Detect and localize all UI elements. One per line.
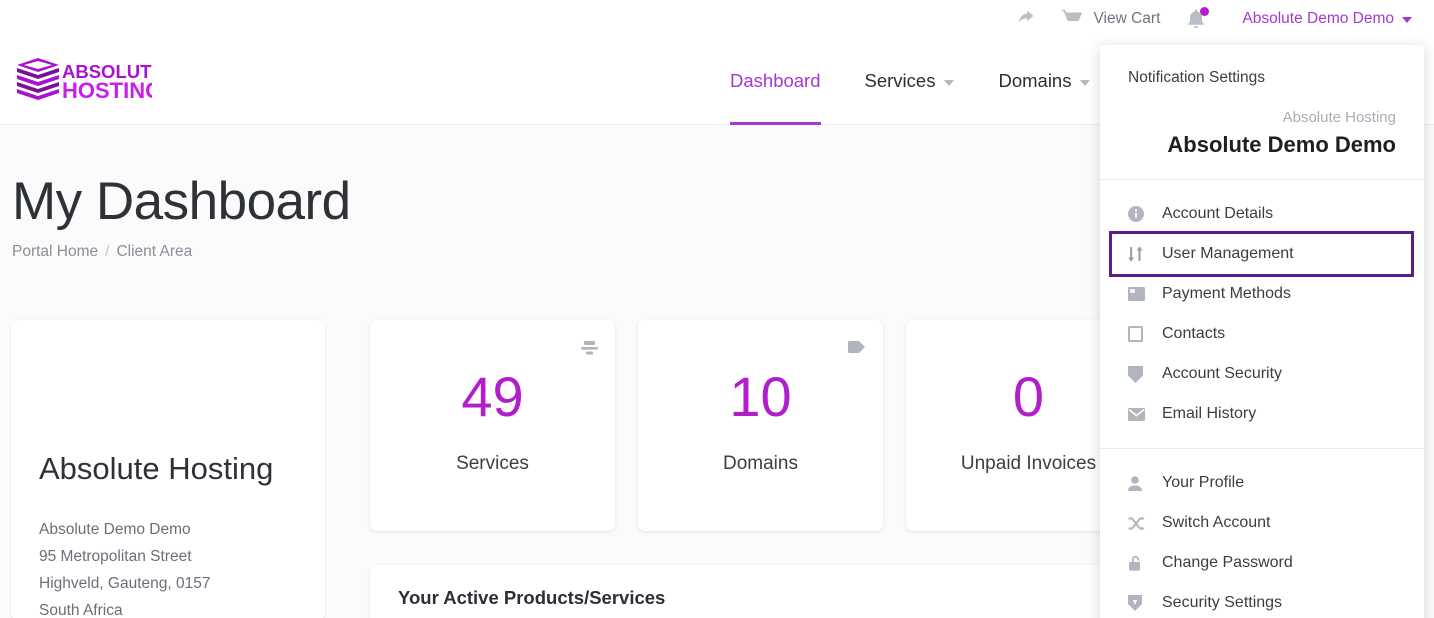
lock-icon [1128, 555, 1150, 571]
shield-icon [1128, 365, 1150, 383]
dropdown-label-user-management: User Management [1162, 245, 1294, 263]
envelope-icon [1128, 407, 1150, 421]
profile-card: Absolute Hosting Absolute Demo Demo 95 M… [11, 320, 325, 618]
nav-item-domains[interactable]: Domains [976, 37, 1112, 125]
dropdown-item-contacts[interactable]: Contacts [1100, 314, 1424, 354]
dashboard-page: View Cart Absolute Demo Demo ABSOLUT HOS… [0, 0, 1434, 618]
dropdown-label-email-history: Email History [1162, 405, 1257, 423]
view-cart-button[interactable]: View Cart [1062, 9, 1160, 29]
profile-address: Absolute Demo Demo 95 Metropolitan Stree… [39, 516, 210, 618]
stat-card-services[interactable]: 49 Services [370, 320, 615, 531]
nav-label-dashboard: Dashboard [730, 70, 821, 91]
main-navigation: Dashboard Services Domains [730, 37, 1112, 125]
user-account-label: Absolute Demo Demo [1242, 9, 1394, 27]
stat-label-services: Services [456, 453, 529, 474]
user-icon [1128, 475, 1150, 491]
info-circle-icon [1128, 206, 1150, 223]
dropdown-label-contacts: Contacts [1162, 325, 1226, 343]
chevron-down-icon [1080, 79, 1091, 86]
dropdown-item-account-security[interactable]: Account Security [1100, 354, 1424, 394]
dropdown-item-security-settings[interactable]: Security Settings [1100, 583, 1424, 618]
top-utility-bar: View Cart Absolute Demo Demo [0, 0, 1434, 37]
chevron-down-icon [1402, 16, 1412, 23]
stat-value-domains: 10 [729, 365, 792, 428]
dropdown-item-switch-account[interactable]: Switch Account [1100, 503, 1424, 543]
view-cart-label: View Cart [1093, 9, 1161, 27]
chevron-down-icon [944, 79, 955, 86]
absolute-hosting-logo[interactable]: ABSOLUTE HOSTING [12, 54, 152, 110]
tag-icon [848, 341, 866, 353]
dropdown-account-summary: Absolute Hosting Absolute Demo Demo [1100, 107, 1424, 179]
stat-label-domains: Domains [723, 453, 798, 474]
nav-item-services[interactable]: Services [843, 37, 977, 125]
dropdown-person-name: Absolute Demo Demo [1167, 131, 1396, 157]
active-products-services-panel: Your Active Products/Services [370, 565, 1152, 618]
dropdown-notification-settings[interactable]: Notification Settings [1100, 61, 1424, 107]
profile-address-line1: Absolute Demo Demo [39, 521, 191, 538]
dropdown-label-change-password: Change Password [1162, 554, 1293, 572]
dropdown-label-account-details: Account Details [1162, 205, 1274, 223]
shuffle-icon [1128, 516, 1150, 531]
stat-value-services: 49 [461, 365, 524, 428]
dropdown-label-payment-methods: Payment Methods [1162, 285, 1291, 303]
dropdown-item-user-management[interactable]: User Management [1109, 231, 1414, 278]
notification-badge-dot [1200, 7, 1210, 16]
page-title: My Dashboard [12, 172, 351, 231]
stat-card-domains[interactable]: 10 Domains [638, 320, 883, 531]
dropdown-item-account-details[interactable]: Account Details [1100, 194, 1424, 234]
shopping-cart-icon [1062, 9, 1084, 29]
server-icon [581, 341, 598, 355]
breadcrumb-portal-home[interactable]: Portal Home [12, 243, 98, 261]
credit-card-icon [1128, 287, 1150, 302]
dropdown-item-email-history[interactable]: Email History [1100, 394, 1424, 434]
user-account-menu-toggle[interactable]: Absolute Demo Demo [1242, 10, 1412, 28]
profile-address-line4: South Africa [39, 602, 123, 618]
nav-label-domains: Domains [998, 70, 1072, 91]
dropdown-item-change-password[interactable]: Change Password [1100, 543, 1424, 583]
dropdown-label-switch-account: Switch Account [1162, 514, 1271, 532]
profile-address-line2: 95 Metropolitan Street [39, 548, 192, 565]
share-button[interactable] [1015, 8, 1036, 29]
notifications-button[interactable] [1186, 7, 1210, 29]
dropdown-company-name: Absolute Hosting [1282, 109, 1396, 126]
dropdown-item-your-profile[interactable]: Your Profile [1100, 463, 1424, 503]
sliders-icon [1128, 246, 1150, 262]
address-card-icon [1128, 326, 1150, 343]
dropdown-label-account-security: Account Security [1162, 365, 1283, 383]
dropdown-group-account: Account Details User Management Payment … [1100, 180, 1424, 448]
dropdown-group-profile: Your Profile Switch Account Change Passw… [1100, 449, 1424, 618]
share-arrow-icon [1015, 8, 1036, 29]
nav-label-services: Services [864, 70, 936, 91]
breadcrumb-separator: / [105, 243, 110, 260]
account-dropdown-panel: Notification Settings Absolute Hosting A… [1100, 45, 1424, 618]
dropdown-item-payment-methods[interactable]: Payment Methods [1100, 274, 1424, 314]
dropdown-label-security-settings: Security Settings [1162, 594, 1283, 612]
profile-company-name: Absolute Hosting [39, 451, 274, 486]
notification-bell-icon [1186, 7, 1210, 29]
breadcrumb-client-area: Client Area [116, 243, 193, 260]
nav-item-dashboard[interactable]: Dashboard [730, 37, 843, 125]
svg-text:HOSTING: HOSTING [62, 78, 152, 103]
breadcrumb: Portal Home / Client Area [12, 243, 192, 261]
profile-address-line3: Highveld, Gauteng, 0157 [39, 575, 211, 592]
shield-check-icon [1128, 595, 1150, 612]
dropdown-label-your-profile: Your Profile [1162, 474, 1245, 492]
active-products-services-title: Your Active Products/Services [398, 587, 666, 608]
